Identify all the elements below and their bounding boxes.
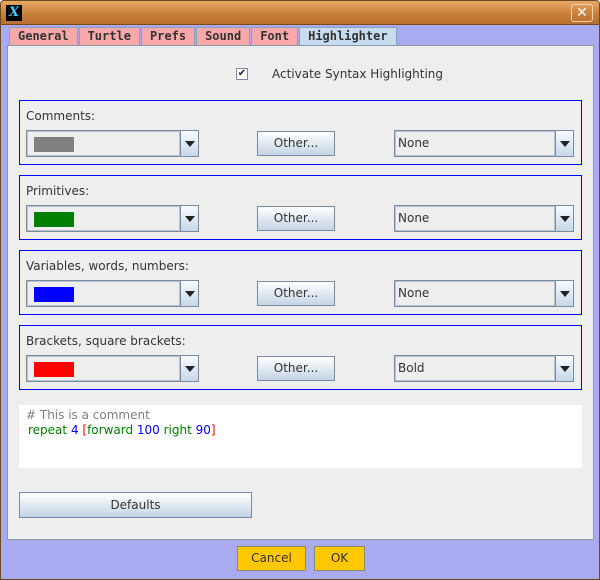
other-color-button[interactable]: Other...	[257, 356, 335, 381]
tab-turtle[interactable]: Turtle	[78, 27, 140, 45]
chevron-down-icon[interactable]	[180, 206, 198, 231]
group-comments: Comments: Other... None	[19, 100, 582, 165]
chevron-down-icon[interactable]	[555, 281, 573, 306]
tab-bar: General Turtle Prefs Sound Font Highligh…	[9, 27, 398, 46]
group-primitives: Primitives: Other... None	[19, 175, 582, 240]
defaults-button[interactable]: Defaults	[19, 492, 252, 518]
cancel-button[interactable]: Cancel	[237, 546, 306, 571]
group-label: Variables, words, numbers:	[26, 259, 189, 273]
color-combo[interactable]	[26, 280, 199, 307]
group-label: Brackets, square brackets:	[26, 334, 186, 348]
color-combo[interactable]	[26, 355, 199, 382]
preferences-window: X ✕ General Turtle Prefs Sound Font High…	[0, 0, 600, 580]
chevron-down-icon[interactable]	[555, 131, 573, 156]
style-combo[interactable]: Bold	[394, 355, 574, 382]
group-brackets: Brackets, square brackets: Other... Bold	[19, 325, 582, 390]
highlight-preview: # This is a comment repeat 4 [forward 10…	[19, 405, 582, 468]
code-token: repeat	[28, 423, 71, 437]
other-color-button[interactable]: Other...	[257, 281, 335, 306]
ok-button[interactable]: OK	[314, 546, 365, 571]
style-value: None	[395, 131, 555, 156]
group-label: Primitives:	[26, 184, 90, 198]
tab-prefs[interactable]: Prefs	[140, 27, 196, 45]
title-bar: X ✕	[1, 1, 599, 25]
color-swatch	[34, 362, 74, 377]
other-color-button[interactable]: Other...	[257, 206, 335, 231]
color-combo[interactable]	[26, 205, 199, 232]
tab-general[interactable]: General	[9, 27, 78, 45]
group-label: Comments:	[26, 109, 96, 123]
chevron-down-icon[interactable]	[180, 131, 198, 156]
style-value: None	[395, 206, 555, 231]
chevron-down-icon[interactable]	[180, 356, 198, 381]
x-app-icon: X	[6, 5, 22, 21]
chevron-down-icon[interactable]	[555, 356, 573, 381]
highlighter-panel: ✔ Activate Syntax Highlighting # This is…	[7, 45, 594, 540]
color-swatch	[34, 287, 74, 302]
chevron-down-icon[interactable]	[555, 206, 573, 231]
code-token: ]	[210, 423, 216, 437]
tab-sound[interactable]: Sound	[196, 27, 251, 45]
tab-font[interactable]: Font	[251, 27, 299, 45]
code-token: forward	[87, 423, 137, 437]
other-color-button[interactable]: Other...	[257, 131, 335, 156]
code-token: right	[163, 423, 196, 437]
color-combo[interactable]	[26, 130, 199, 157]
preview-comment: # This is a comment	[26, 408, 150, 422]
style-value: None	[395, 281, 555, 306]
group-variables: Variables, words, numbers: Other... None	[19, 250, 582, 315]
chevron-down-icon[interactable]	[180, 281, 198, 306]
code-token: 4	[70, 423, 83, 437]
code-token: 90	[195, 423, 211, 437]
activate-highlighting-checkbox[interactable]: ✔	[236, 68, 248, 80]
style-combo[interactable]: None	[394, 130, 574, 157]
style-combo[interactable]: None	[394, 280, 574, 307]
style-value: Bold	[395, 356, 555, 381]
color-swatch	[34, 137, 74, 152]
code-token: 100	[136, 423, 164, 437]
color-swatch	[34, 212, 74, 227]
tab-highlighter[interactable]: Highlighter	[299, 27, 397, 46]
close-button[interactable]: ✕	[571, 4, 593, 22]
style-combo[interactable]: None	[394, 205, 574, 232]
preview-code: repeat 4 [forward 100 right 90]	[26, 423, 575, 438]
activate-highlighting-label: Activate Syntax Highlighting	[272, 67, 444, 81]
